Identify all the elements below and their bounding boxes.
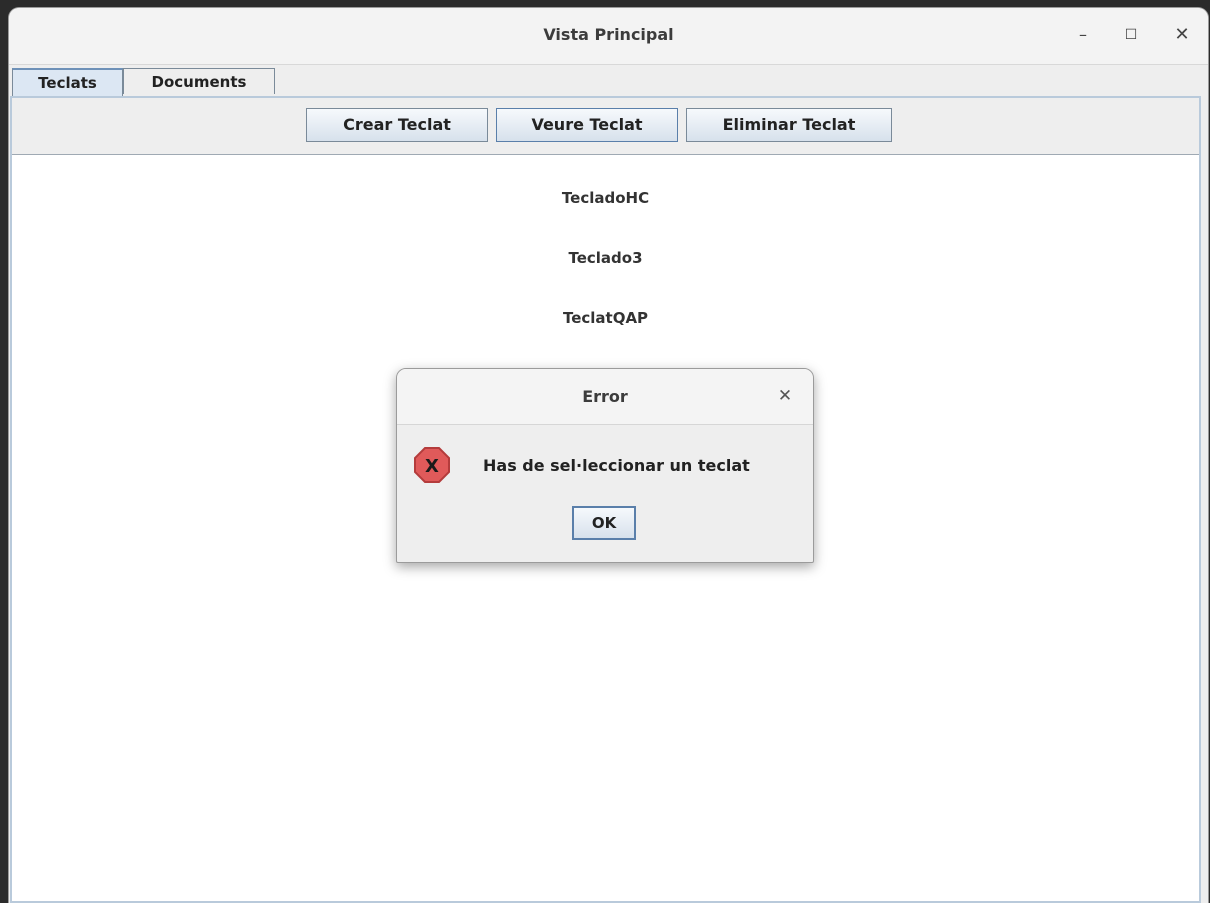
minimize-icon[interactable]: –	[1070, 22, 1096, 48]
dialog-title: Error	[582, 387, 628, 406]
dialog-titlebar[interactable]: Error ✕	[397, 369, 813, 425]
window-titlebar[interactable]: Vista Principal – ☐ ✕	[9, 8, 1208, 65]
list-item[interactable]: Teclado3	[12, 249, 1199, 267]
toolbar: Crear Teclat Veure Teclat Eliminar Tecla…	[12, 98, 1199, 155]
error-icon-letter: X	[425, 456, 439, 477]
close-icon[interactable]: ✕	[1169, 22, 1195, 48]
close-icon[interactable]: ✕	[773, 384, 797, 408]
dialog-message: Has de sel·leccionar un teclat	[483, 456, 750, 475]
window-title: Vista Principal	[543, 25, 674, 44]
error-icon: X	[413, 446, 451, 484]
tab-teclats[interactable]: Teclats	[12, 68, 123, 96]
ok-button[interactable]: OK	[572, 506, 636, 540]
list-item[interactable]: TeclatQAP	[12, 309, 1199, 327]
maximize-icon[interactable]: ☐	[1118, 22, 1144, 48]
tab-documents[interactable]: Documents	[123, 68, 275, 94]
create-keyboard-button[interactable]: Crear Teclat	[306, 108, 488, 142]
error-dialog: Error ✕ X Has de sel·leccionar un teclat…	[396, 368, 814, 563]
delete-keyboard-button[interactable]: Eliminar Teclat	[686, 108, 892, 142]
view-keyboard-button[interactable]: Veure Teclat	[496, 108, 678, 142]
list-item[interactable]: TecladoHC	[12, 189, 1199, 207]
